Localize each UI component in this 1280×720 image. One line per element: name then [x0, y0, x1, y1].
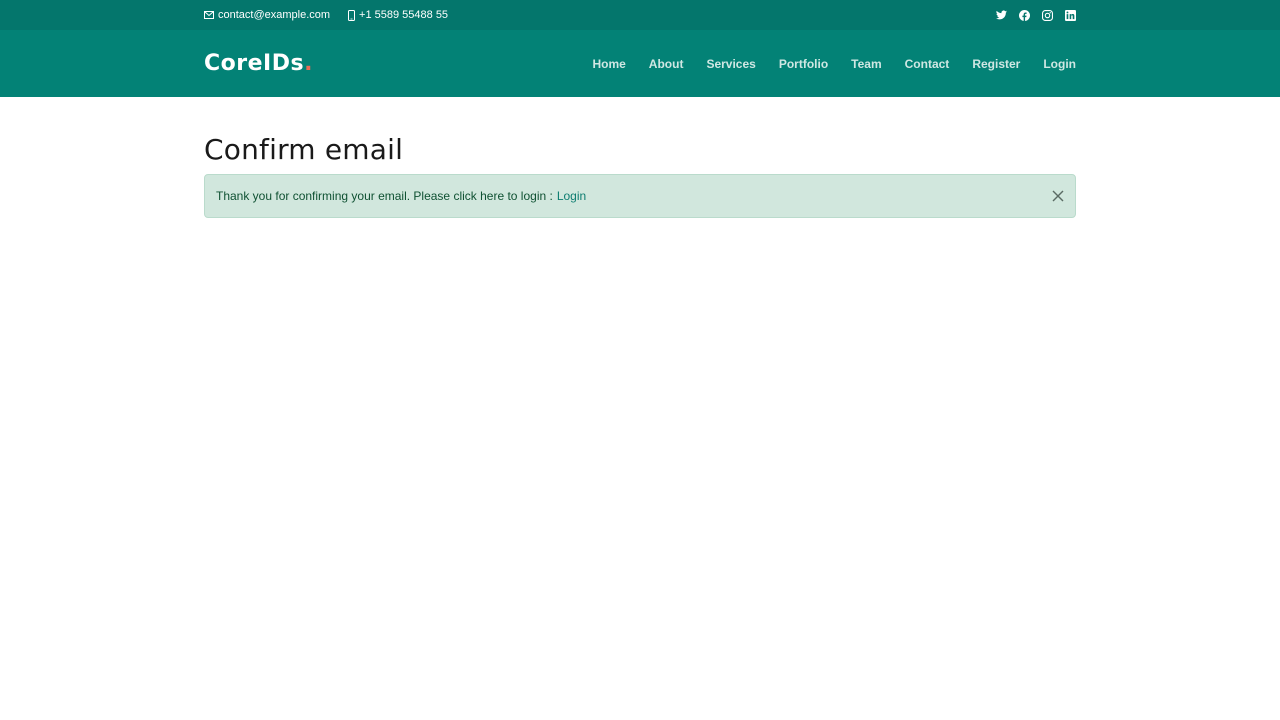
contact-email-text[interactable]: contact@example.com [218, 9, 330, 21]
contact-phone: +1 5589 55488 55 [348, 9, 448, 21]
nav-contact[interactable]: Contact [905, 57, 950, 71]
alert-login-link[interactable]: Login [557, 189, 586, 203]
site-header: CoreIDs. Home About Services Portfolio T… [0, 30, 1280, 97]
facebook-icon[interactable] [1018, 9, 1030, 21]
linkedin-icon[interactable] [1064, 9, 1076, 21]
contact-info: contact@example.com +1 5589 55488 55 [204, 9, 466, 21]
main-nav: Home About Services Portfolio Team Conta… [569, 57, 1076, 71]
nav-about[interactable]: About [649, 57, 684, 71]
instagram-icon[interactable] [1041, 9, 1053, 21]
main-content: Confirm email Thank you for confirming y… [0, 97, 1280, 218]
site-logo[interactable]: CoreIDs. [204, 51, 313, 76]
nav-register[interactable]: Register [972, 57, 1020, 71]
nav-services[interactable]: Services [706, 57, 755, 71]
social-links [984, 9, 1076, 21]
nav-login[interactable]: Login [1043, 57, 1076, 71]
nav-team[interactable]: Team [851, 57, 881, 71]
logo-dot: . [304, 51, 313, 76]
contact-email: contact@example.com [204, 9, 330, 21]
logo-text: CoreIDs [204, 51, 305, 76]
top-bar: contact@example.com +1 5589 55488 55 [0, 0, 1280, 30]
success-alert: Thank you for confirming your email. Ple… [204, 174, 1076, 218]
nav-home[interactable]: Home [592, 57, 625, 71]
close-alert-button[interactable] [1051, 189, 1065, 203]
twitter-icon[interactable] [995, 9, 1007, 21]
alert-message: Thank you for confirming your email. Ple… [216, 189, 553, 203]
nav-portfolio[interactable]: Portfolio [779, 57, 828, 71]
page-title: Confirm email [204, 133, 404, 166]
phone-icon [348, 9, 356, 21]
envelope-icon [204, 11, 214, 19]
close-icon [1052, 190, 1064, 202]
contact-phone-text: +1 5589 55488 55 [359, 9, 449, 21]
